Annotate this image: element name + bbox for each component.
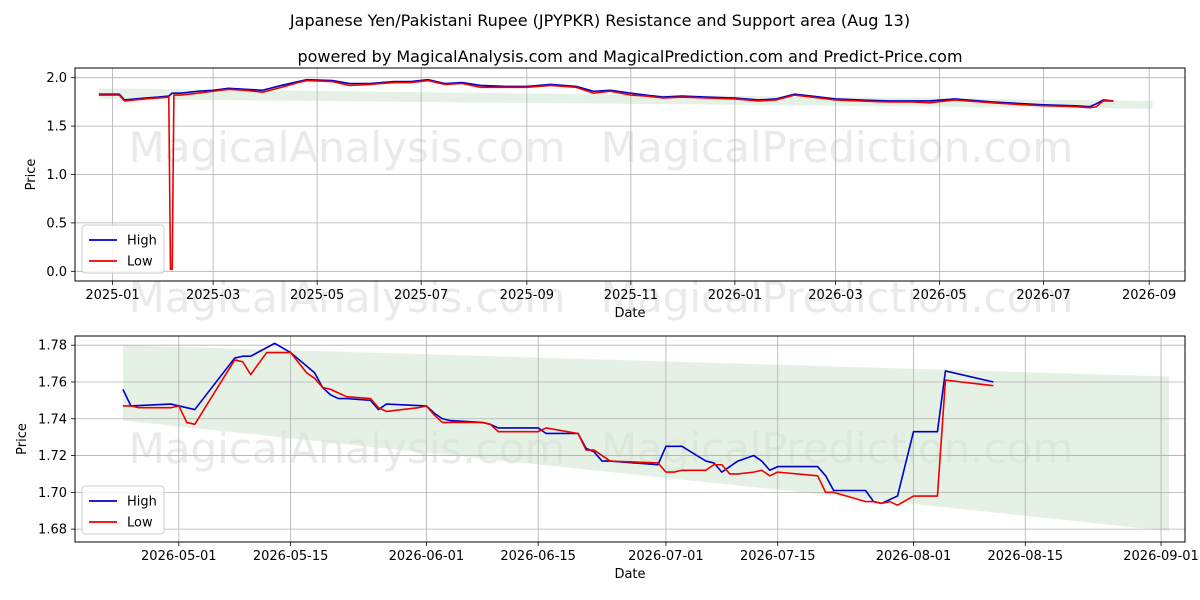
x-tick-label: 2025-11 — [604, 288, 658, 303]
legend-label-high: High — [127, 495, 157, 510]
y-tick-label: 1.70 — [38, 486, 67, 501]
legend-label-high: High — [127, 234, 157, 249]
series-line-low — [98, 79, 1114, 271]
chart-subtitle: powered by MagicalAnalysis.com and Magic… — [297, 47, 962, 66]
x-tick-label: 2026-07-15 — [740, 549, 816, 564]
x-tick-label: 2025-05 — [290, 288, 344, 303]
x-tick-label: 2025-09 — [500, 288, 554, 303]
x-tick-label: 2025-01 — [85, 288, 139, 303]
x-tick-label: 2025-07 — [394, 288, 448, 303]
y-tick-label: 1.5 — [46, 120, 67, 135]
y-tick-label: 1.72 — [38, 449, 67, 464]
watermark-text: MagicalAnalysis.com — [129, 123, 566, 172]
x-tick-label: 2026-05-15 — [253, 549, 329, 564]
y-tick-label: 1.76 — [38, 375, 67, 390]
x-tick-label: 2026-09-01 — [1123, 549, 1199, 564]
x-tick-label: 2026-01 — [708, 288, 762, 303]
x-axis-label: Date — [614, 306, 645, 321]
x-tick-label: 2026-09 — [1122, 288, 1176, 303]
x-tick-label: 2026-05 — [912, 288, 966, 303]
x-tick-label: 2026-08-15 — [988, 549, 1064, 564]
chart-title: Japanese Yen/Pakistani Rupee (JPYPKR) Re… — [289, 11, 910, 30]
y-tick-label: 1.0 — [46, 168, 67, 183]
x-axis-label: Date — [614, 567, 645, 582]
legend: High Low — [81, 224, 165, 274]
y-tick-label: 0.0 — [46, 265, 67, 280]
y-axis-label: Price — [24, 159, 39, 191]
chart-panels: MagicalAnalysis.com MagicalPrediction.com… — [15, 67, 1199, 582]
x-tick-label: 2026-08-01 — [876, 549, 952, 564]
chart-canvas: Japanese Yen/Pakistani Rupee (JPYPKR) Re… — [15, 11, 1199, 582]
y-tick-label: 0.5 — [46, 216, 67, 231]
x-tick-label: 2026-06-01 — [389, 549, 465, 564]
x-tick-label: 2026-05-01 — [141, 549, 217, 564]
x-tick-label: 2026-06-15 — [500, 549, 576, 564]
y-tick-label: 1.78 — [38, 339, 67, 354]
x-tick-label: 2026-07 — [1016, 288, 1070, 303]
y-tick-label: 1.74 — [38, 412, 67, 427]
legend-label-low: Low — [127, 255, 153, 270]
y-tick-label: 1.68 — [38, 523, 67, 538]
y-axis-label: Price — [15, 423, 30, 455]
x-tick-label: 2025-03 — [186, 288, 240, 303]
legend-label-low: Low — [127, 516, 153, 531]
y-tick-label: 2.0 — [46, 71, 67, 86]
legend: High Low — [81, 485, 165, 535]
x-tick-label: 2026-03 — [808, 288, 862, 303]
x-tick-label: 2026-07-01 — [628, 549, 704, 564]
watermark-text: MagicalPrediction.com — [601, 123, 1074, 172]
